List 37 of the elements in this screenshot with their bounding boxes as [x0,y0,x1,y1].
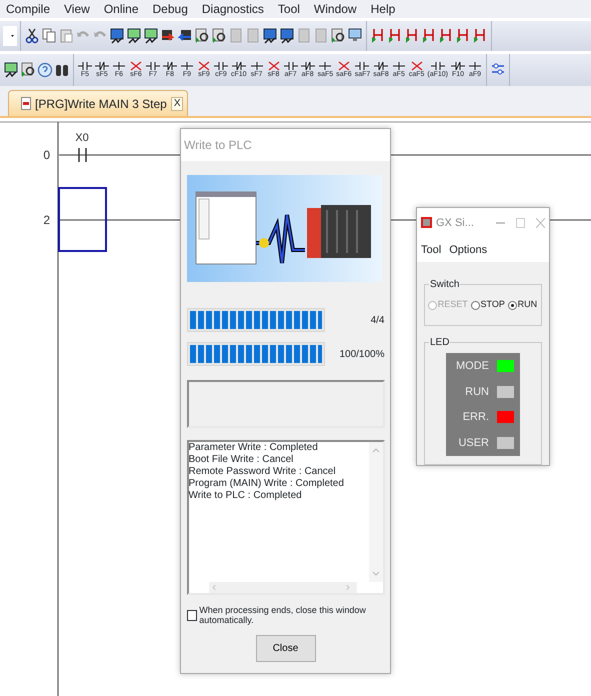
close-tab-button[interactable]: X [170,96,184,110]
tab-title: [PRG]Write MAIN 3 Step [35,96,167,112]
progress-reading: 100/100% [338,348,384,362]
menu-item[interactable]: Online [104,0,138,18]
progress-reading: 4/4 [370,314,384,328]
dialog-title: Write to PLC [184,137,252,154]
log-line: Write to PLC : Completed [188,490,303,502]
menu-item[interactable]: Help [370,0,396,18]
radio-option[interactable]: RUN [508,298,538,312]
menu-item[interactable]: Diagnostics [202,0,264,18]
step-number: 0 [43,148,50,162]
device-label: X0 [75,132,89,144]
log-line: Remote Password Write : Cancel [188,466,337,478]
checkbox-label: When processing ends, close this window automatically. [199,605,367,625]
radio-option[interactable]: STOP [470,298,505,312]
log-line: Parameter Write : Completed [188,442,319,454]
step-number: 2 [43,213,50,227]
menu-item[interactable]: Tool [421,242,442,258]
menu-item[interactable]: Options [449,242,488,258]
led-label: USER [458,436,489,450]
document-tab[interactable]: [PRG]Write MAIN 3 Step X [8,90,188,116]
led-label: ERR. [462,410,489,425]
radio-label: RUN [518,298,538,312]
menu-item[interactable]: View [64,0,90,18]
menu-item[interactable]: Debug [152,0,188,18]
radio-label: STOP [480,298,505,312]
led-label: RUN [465,384,489,400]
menu-item[interactable]: Compile [6,0,50,18]
log-line: Boot File Write : Cancel [188,454,294,466]
window-title: GX Si... [436,216,474,231]
menu-item[interactable]: Window [314,0,357,18]
auto-close-checkbox[interactable]: When processing ends, close this window automatically. [186,605,384,625]
close-button[interactable]: Close [256,635,316,662]
radio-label: RESET [438,298,468,312]
menu-item[interactable]: Tool [278,0,300,18]
led-label: MODE [456,359,489,374]
log-line: Program (MAIN) Write : Completed [188,478,345,490]
